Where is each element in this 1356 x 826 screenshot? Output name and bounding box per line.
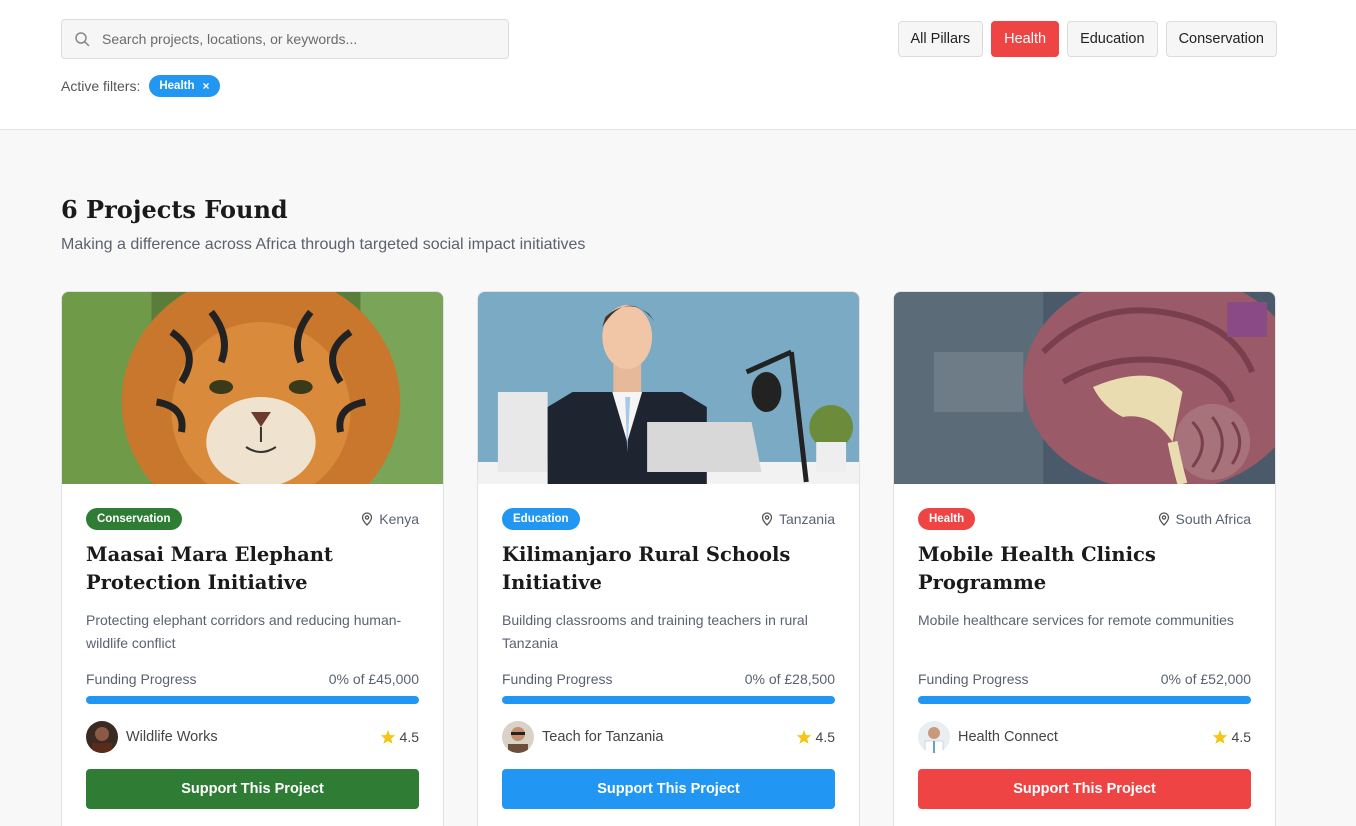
search-icon — [75, 32, 90, 47]
funding-progress-bar — [86, 696, 419, 704]
project-description: Mobile healthcare services for remote co… — [918, 612, 1234, 628]
project-card-list: Conservation Kenya Maasai Mara Elephant … — [61, 291, 1276, 826]
location-label: South Africa — [1175, 511, 1252, 527]
project-card: Conservation Kenya Maasai Mara Elephant … — [61, 291, 444, 826]
funding-progress-bar — [502, 696, 835, 704]
map-pin-icon — [761, 512, 773, 526]
project-image — [62, 292, 443, 484]
pillar-conservation-button[interactable]: Conservation — [1165, 21, 1277, 57]
organization[interactable]: Wildlife Works — [86, 721, 218, 753]
pillar-filter-group: All Pillars Health Education Conservatio… — [897, 21, 1277, 57]
organization-avatar — [86, 721, 118, 753]
rating: 4.5 — [1212, 729, 1251, 745]
location-label: Tanzania — [778, 511, 835, 527]
filter-bar: All Pillars Health Education Conservatio… — [0, 0, 1356, 130]
organization-avatar — [918, 721, 950, 753]
location: South Africa — [1157, 511, 1252, 527]
pillar-all-button[interactable]: All Pillars — [897, 21, 984, 57]
filter-chip-health: Health × — [149, 75, 220, 97]
search-box[interactable] — [61, 19, 509, 59]
organization[interactable]: Teach for Tanzania — [502, 721, 663, 753]
rating-value: 4.5 — [815, 729, 835, 745]
funding-progress-amount: 0% of £28,500 — [744, 671, 835, 687]
organization-name: Teach for Tanzania — [542, 729, 664, 745]
active-filters-label: Active filters: — [61, 78, 141, 94]
funding-progress-row: Funding Progress 0% of £28,500 — [502, 671, 835, 689]
project-image — [894, 292, 1275, 484]
organization[interactable]: Health Connect — [918, 721, 1058, 753]
results-heading: 6 Projects Found — [61, 195, 288, 224]
funding-progress-amount: 0% of £45,000 — [328, 671, 419, 687]
map-pin-icon — [362, 512, 373, 526]
star-icon — [796, 730, 811, 744]
funding-progress-label: Funding Progress — [502, 671, 613, 687]
map-pin-icon — [1158, 512, 1169, 526]
active-filters: Active filters: Health × — [61, 75, 220, 97]
funding-progress-label: Funding Progress — [86, 671, 197, 687]
search-input[interactable] — [102, 31, 492, 47]
location: Tanzania — [760, 511, 835, 527]
rating-value: 4.5 — [399, 729, 419, 745]
funding-progress-row: Funding Progress 0% of £45,000 — [86, 671, 419, 689]
remove-filter-icon[interactable]: × — [203, 79, 210, 93]
filter-chip-label: Health — [159, 80, 195, 92]
star-icon — [1212, 730, 1227, 744]
project-card: Education Tanzania Kilimanjaro Rural Sch… — [477, 291, 860, 826]
location: Kenya — [360, 511, 419, 527]
project-description: Protecting elephant corridors and reduci… — [86, 612, 402, 651]
support-project-button[interactable]: Support This Project — [86, 769, 419, 809]
rating: 4.5 — [796, 729, 835, 745]
project-title[interactable]: Maasai Mara Elephant Protection Initiati… — [86, 541, 419, 597]
pillar-tag: Conservation — [86, 508, 182, 530]
project-card: Health South Africa Mobile Health Clinic… — [893, 291, 1276, 826]
support-project-button[interactable]: Support This Project — [502, 769, 835, 809]
results-subheading: Making a difference across Africa throug… — [61, 236, 586, 253]
pillar-tag: Health — [918, 508, 976, 530]
organization-name: Health Connect — [958, 729, 1058, 745]
pillar-health-button[interactable]: Health — [991, 21, 1060, 57]
organization-name: Wildlife Works — [126, 729, 218, 745]
project-title[interactable]: Mobile Health Clinics Programme — [918, 541, 1251, 597]
project-title[interactable]: Kilimanjaro Rural Schools Initiative — [502, 541, 835, 597]
location-label: Kenya — [379, 511, 419, 527]
star-icon — [380, 730, 395, 744]
rating-value: 4.5 — [1231, 729, 1251, 745]
pillar-education-button[interactable]: Education — [1067, 21, 1158, 57]
pillar-tag: Education — [502, 508, 580, 530]
support-project-button[interactable]: Support This Project — [918, 769, 1251, 809]
funding-progress-amount: 0% of £52,000 — [1160, 671, 1251, 687]
organization-avatar — [502, 721, 534, 753]
funding-progress-bar — [918, 696, 1251, 704]
funding-progress-label: Funding Progress — [918, 671, 1029, 687]
funding-progress-row: Funding Progress 0% of £52,000 — [918, 671, 1251, 689]
rating: 4.5 — [380, 729, 419, 745]
project-description: Building classrooms and training teacher… — [502, 612, 808, 651]
project-image — [478, 292, 859, 484]
